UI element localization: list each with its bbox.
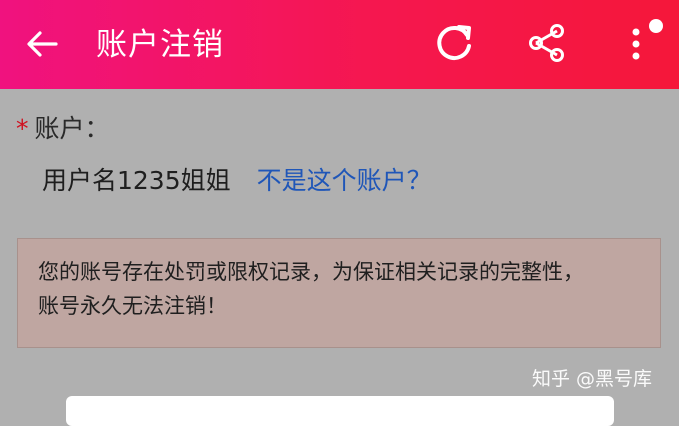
switch-account-link[interactable]: 不是这个账户？: [257, 166, 432, 195]
account-label: * 账户：: [16, 114, 110, 143]
notice-line-2: 账号永久无法注销！: [38, 294, 227, 318]
notification-dot: [649, 19, 663, 33]
more-vertical-icon[interactable]: [622, 14, 670, 66]
page-title: 账户注销: [96, 27, 224, 63]
refresh-icon[interactable]: [430, 20, 478, 68]
notice-box: 您的账号存在处罚或限权记录，为保证相关记录的完整性， 账号永久无法注销！: [17, 238, 661, 348]
share-icon[interactable]: [524, 20, 570, 66]
app-header: 账户注销: [0, 0, 679, 89]
notice-line-1: 您的账号存在处罚或限权记录，为保证相关记录的完整性，: [38, 260, 584, 284]
watermark: 知乎 @黑号库: [532, 368, 653, 390]
bottom-action-button[interactable]: [66, 396, 614, 426]
back-arrow-icon[interactable]: [22, 24, 62, 64]
username: 用户名1235姐姐: [42, 166, 231, 195]
required-mark: *: [16, 114, 29, 143]
account-info: 用户名1235姐姐 不是这个账户？: [42, 163, 432, 199]
